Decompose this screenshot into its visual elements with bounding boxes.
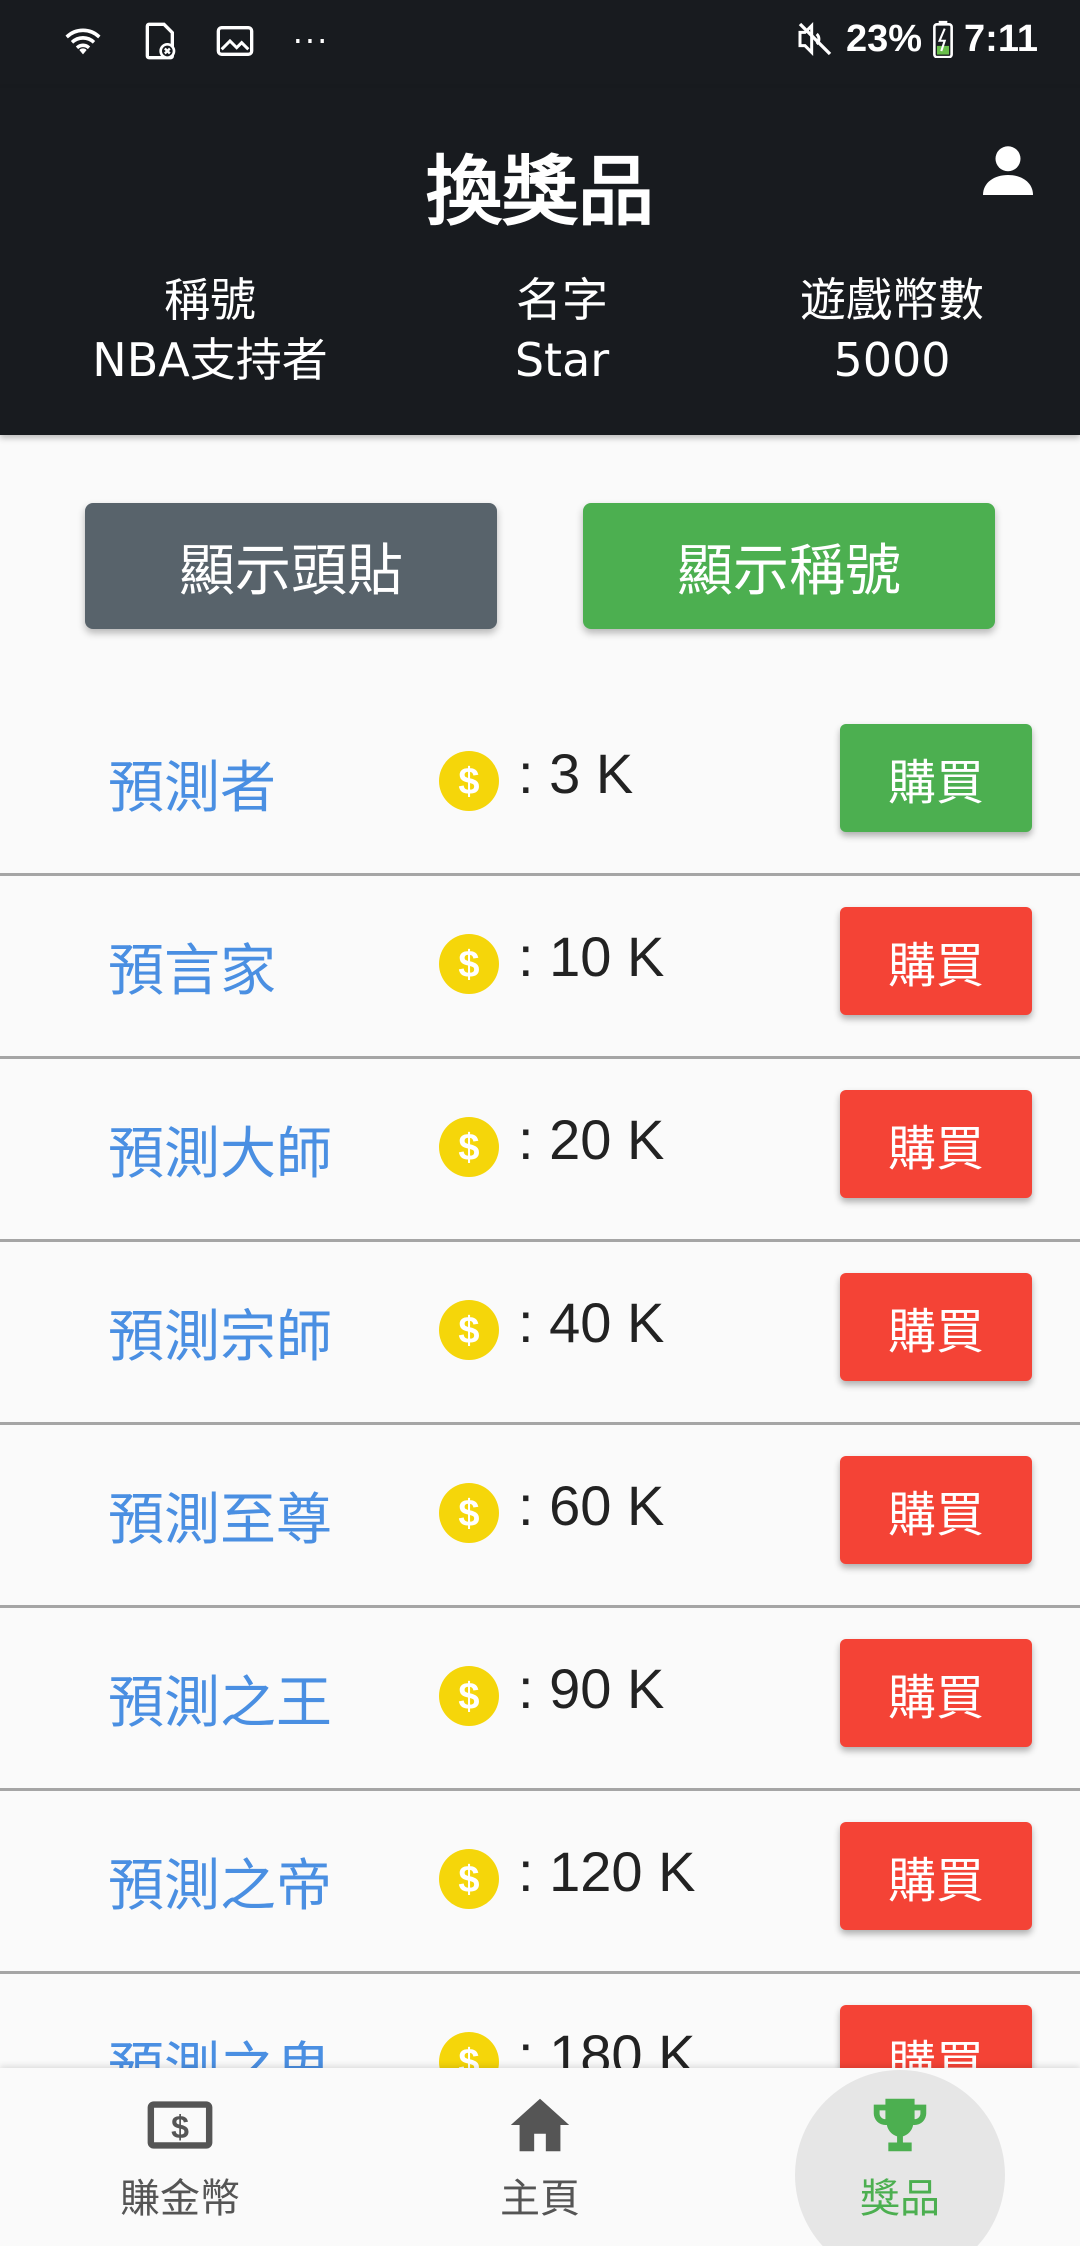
nav-home[interactable]: 主頁 [360, 2068, 720, 2246]
svg-text:$: $ [458, 761, 479, 803]
stat-name: 名字 Star [412, 270, 712, 390]
stat-coins-label: 遊戲幣數 [800, 273, 984, 327]
buy-button[interactable]: 購買 [840, 1456, 1032, 1564]
dollar-coin-icon: $ [438, 1848, 500, 1910]
status-bar: ··· 23% 7:11 [0, 0, 1080, 88]
stat-name-label: 名字 [516, 273, 608, 327]
list-item: 預測者 $ : 3 K 購買 [0, 693, 1080, 876]
svg-text:$: $ [458, 1127, 479, 1169]
dollar-coin-icon: $ [438, 1665, 500, 1727]
status-icons-right: 23% 7:11 [792, 16, 1038, 62]
prize-name: 預測之王 [108, 1671, 332, 1736]
list-item: 預測至尊 $ : 60 K 購買 [0, 1425, 1080, 1608]
more-dots-icon: ··· [292, 22, 330, 60]
trophy-icon [865, 2090, 935, 2160]
home-icon [505, 2090, 575, 2160]
dollar-coin-icon: $ [438, 1482, 500, 1544]
list-item: 預測大師 $ : 20 K 購買 [0, 1059, 1080, 1242]
buy-button[interactable]: 購買 [840, 1273, 1032, 1381]
nav-home-label: 主頁 [500, 2176, 580, 2222]
list-item: 預測之帝 $ : 120 K 購買 [0, 1791, 1080, 1974]
prize-price: : 180 K [518, 2023, 696, 2068]
prize-price: : 90 K [518, 1657, 665, 1720]
nav-prizes-label: 獎品 [860, 2176, 940, 2222]
page-title: 換獎品 [426, 147, 654, 236]
nav-earn-coins[interactable]: $ 賺金幣 [0, 2068, 360, 2246]
stat-coins-value: 5000 [833, 333, 951, 387]
show-avatar-button[interactable]: 顯示頭貼 [85, 503, 497, 629]
stat-coins: 遊戲幣數 5000 [742, 270, 1042, 390]
prize-name: 預言家 [108, 939, 276, 1004]
svg-text:$: $ [458, 944, 479, 986]
prize-name: 預測之鬼 [108, 2024, 332, 2068]
nav-prizes[interactable]: 獎品 [720, 2068, 1080, 2246]
svg-text:$: $ [458, 1310, 479, 1352]
prize-price: : 20 K [518, 1108, 665, 1171]
stat-title-value: NBA支持者 [92, 333, 328, 387]
prize-name: 預測大師 [108, 1122, 332, 1187]
prize-name: 預測至尊 [108, 1488, 332, 1553]
prize-list[interactable]: 預測者 $ : 3 K 購買 預言家 $ : 10 K 購買 預測大師 $ : … [0, 693, 1080, 2068]
stat-name-value: Star [514, 333, 610, 387]
list-item: 預測之王 $ : 90 K 購買 [0, 1608, 1080, 1791]
prize-price: : 10 K [518, 925, 665, 988]
sd-card-icon [136, 18, 182, 64]
prize-name: 預測者 [108, 756, 276, 821]
battery-icon [930, 16, 956, 62]
prize-name: 預測之帝 [108, 1854, 332, 1919]
image-icon [212, 18, 258, 64]
mute-icon [792, 16, 838, 62]
svg-text:$: $ [458, 1676, 479, 1718]
stat-title: 稱號 NBA支持者 [60, 270, 360, 390]
show-title-button[interactable]: 顯示稱號 [583, 503, 995, 629]
svg-text:$: $ [458, 2042, 479, 2068]
profile-icon[interactable] [978, 140, 1038, 200]
list-item: 預測宗師 $ : 40 K 購買 [0, 1242, 1080, 1425]
stat-title-label: 稱號 [164, 273, 256, 327]
svg-text:$: $ [458, 1859, 479, 1901]
dollar-coin-icon: $ [438, 2031, 500, 2068]
buy-button[interactable]: 購買 [840, 1639, 1032, 1747]
prize-name: 預測宗師 [108, 1305, 332, 1370]
dollar-coin-icon: $ [438, 933, 500, 995]
svg-text:$: $ [458, 1493, 479, 1535]
status-icons-left: ··· [60, 18, 334, 64]
buy-button[interactable]: 購買 [840, 1090, 1032, 1198]
app-header: 換獎品 稱號 NBA支持者 名字 Star 遊戲幣數 5000 [0, 88, 1080, 435]
battery-percent: 23% [845, 17, 923, 60]
nav-earn-label: 賺金幣 [120, 2176, 240, 2222]
prize-price: : 60 K [518, 1474, 665, 1537]
user-stats: 稱號 NBA支持者 名字 Star 遊戲幣數 5000 [0, 270, 1080, 400]
buy-button[interactable]: 購買 [840, 907, 1032, 1015]
money-icon: $ [145, 2090, 215, 2160]
dollar-coin-icon: $ [438, 750, 500, 812]
clock: 7:11 [964, 17, 1038, 60]
list-item: 預測之鬼 $ : 180 K 購買 [0, 1974, 1080, 2068]
wifi-icon [60, 18, 106, 64]
buy-button[interactable]: 購買 [840, 724, 1032, 832]
list-item: 預言家 $ : 10 K 購買 [0, 876, 1080, 1059]
buy-button[interactable]: 購買 [840, 1822, 1032, 1930]
prize-price: : 3 K [518, 742, 634, 805]
prize-price: : 40 K [518, 1291, 665, 1354]
buy-button[interactable]: 購買 [840, 2005, 1032, 2068]
dollar-coin-icon: $ [438, 1116, 500, 1178]
dollar-coin-icon: $ [438, 1299, 500, 1361]
svg-text:$: $ [171, 2109, 189, 2145]
prize-price: : 120 K [518, 1840, 696, 1903]
bottom-nav: $ 賺金幣 主頁 獎品 [0, 2068, 1080, 2246]
